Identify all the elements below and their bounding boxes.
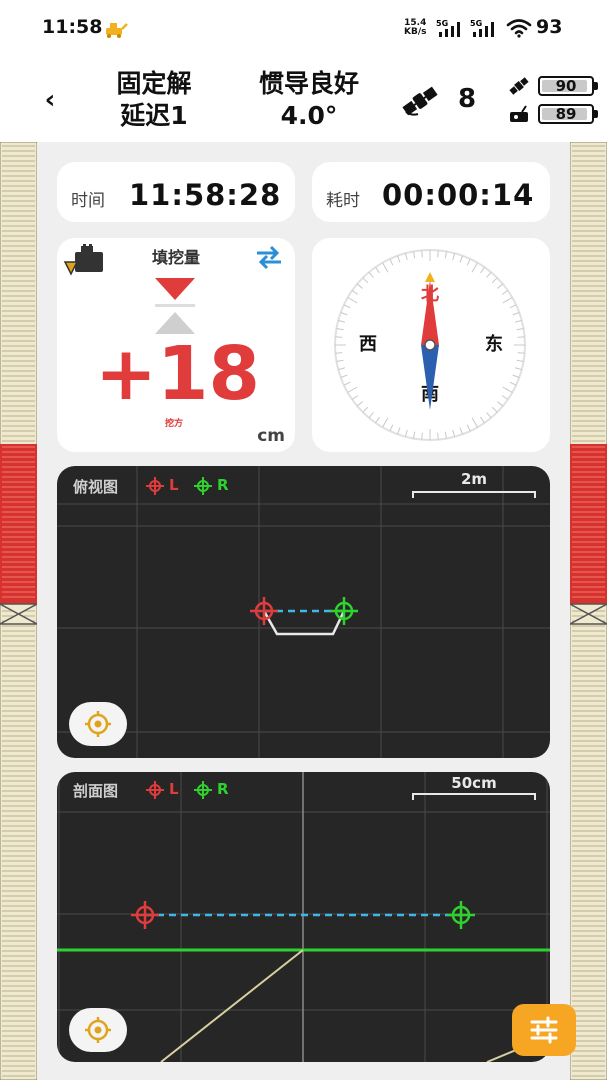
time-label: 时间 <box>71 191 105 211</box>
section-legend-r-icon <box>194 781 212 799</box>
compass-card: 北 南 东 西 <box>312 238 550 452</box>
wifi-icon <box>506 19 532 38</box>
top-view-panel[interactable]: 俯视图 L R 2m <box>57 466 550 758</box>
top-left-marker <box>250 597 278 625</box>
satellite-count: 8 <box>458 84 477 114</box>
fill-cut-card: 填挖量 +18 挖方 cm <box>57 238 295 452</box>
excavator-notification-icon <box>106 23 128 38</box>
legend-r-icon <box>194 477 212 495</box>
slope-line-left <box>160 949 304 1062</box>
ins-status: 惯导良好 4.0° <box>242 68 376 132</box>
satellite-icon <box>402 86 438 116</box>
section-view-canvas <box>57 772 550 1062</box>
signal-1-icon: 5G <box>436 19 460 37</box>
section-left-marker <box>131 901 159 929</box>
top-legend-left: L <box>169 476 179 494</box>
elapsed-card: 耗时 00:00:14 <box>312 162 550 222</box>
crosshair-icon <box>85 711 111 737</box>
section-scale-label: 50cm <box>451 774 497 792</box>
elapsed-value: 00:00:14 <box>382 178 535 212</box>
fill-cut-type: 挖方 <box>165 419 184 429</box>
delay-label: 延迟1 <box>120 101 188 130</box>
compass-east: 东 <box>485 333 503 355</box>
rover-satellite-icon <box>509 77 529 95</box>
top-view-title: 俯视图 <box>73 478 119 496</box>
back-button[interactable]: ‹ <box>36 84 64 116</box>
crosshair-icon <box>85 1017 111 1043</box>
bucket-outline <box>262 610 346 636</box>
section-legend-left: L <box>169 780 179 798</box>
fill-cut-value: +18 <box>95 331 260 417</box>
top-view-canvas <box>57 466 550 758</box>
section-view-title: 剖面图 <box>73 782 119 800</box>
base-battery: 89 <box>538 104 598 124</box>
elapsed-label: 耗时 <box>326 191 360 211</box>
base-radio-icon <box>510 105 528 122</box>
cut-indicator-icon <box>155 278 195 334</box>
svg-text:5G: 5G <box>470 19 482 28</box>
left-depth-gauge <box>0 142 37 1080</box>
battery-level: 93 <box>536 16 563 38</box>
right-depth-gauge <box>570 142 607 1080</box>
section-right-marker <box>447 901 475 929</box>
solution-status-label: 固定解 <box>116 69 192 98</box>
time-card: 时间 11:58:28 <box>57 162 295 222</box>
ins-angle-label: 4.0° <box>280 101 338 130</box>
rover-battery: 90 <box>538 76 598 96</box>
compass-west: 西 <box>359 334 377 355</box>
top-locate-button[interactable] <box>69 702 127 746</box>
status-bar: 11:58 15.4 KB/s 5G 5G 93 <box>0 0 607 58</box>
network-speed: 15.4 KB/s <box>404 18 427 37</box>
ins-status-label: 惯导良好 <box>258 69 359 98</box>
svg-text:5G: 5G <box>436 19 448 28</box>
swap-icon[interactable] <box>253 244 285 270</box>
settings-button[interactable] <box>512 1004 576 1056</box>
section-legend-l-icon <box>146 781 164 799</box>
top-legend-right: R <box>217 476 229 494</box>
legend-l-icon <box>146 477 164 495</box>
time-value: 11:58:28 <box>129 178 282 212</box>
top-scale-bar <box>412 491 536 498</box>
fill-cut-unit: cm <box>257 426 285 446</box>
status-time: 11:58 <box>42 16 103 38</box>
solution-status: 固定解 延迟1 <box>104 68 204 132</box>
section-view-panel[interactable]: 剖面图 L R 50cm <box>57 772 550 1062</box>
section-locate-button[interactable] <box>69 1008 127 1052</box>
section-legend-right: R <box>217 780 229 798</box>
compass: 北 南 东 西 <box>334 249 526 441</box>
top-scale-label: 2m <box>460 470 488 488</box>
section-scale-bar <box>412 793 536 800</box>
sliders-icon <box>530 1016 558 1044</box>
app-header: ‹ 固定解 延迟1 惯导良好 4.0° 8 90 89 <box>0 58 607 142</box>
top-right-marker <box>330 597 358 625</box>
signal-2-icon: 5G <box>470 19 494 37</box>
